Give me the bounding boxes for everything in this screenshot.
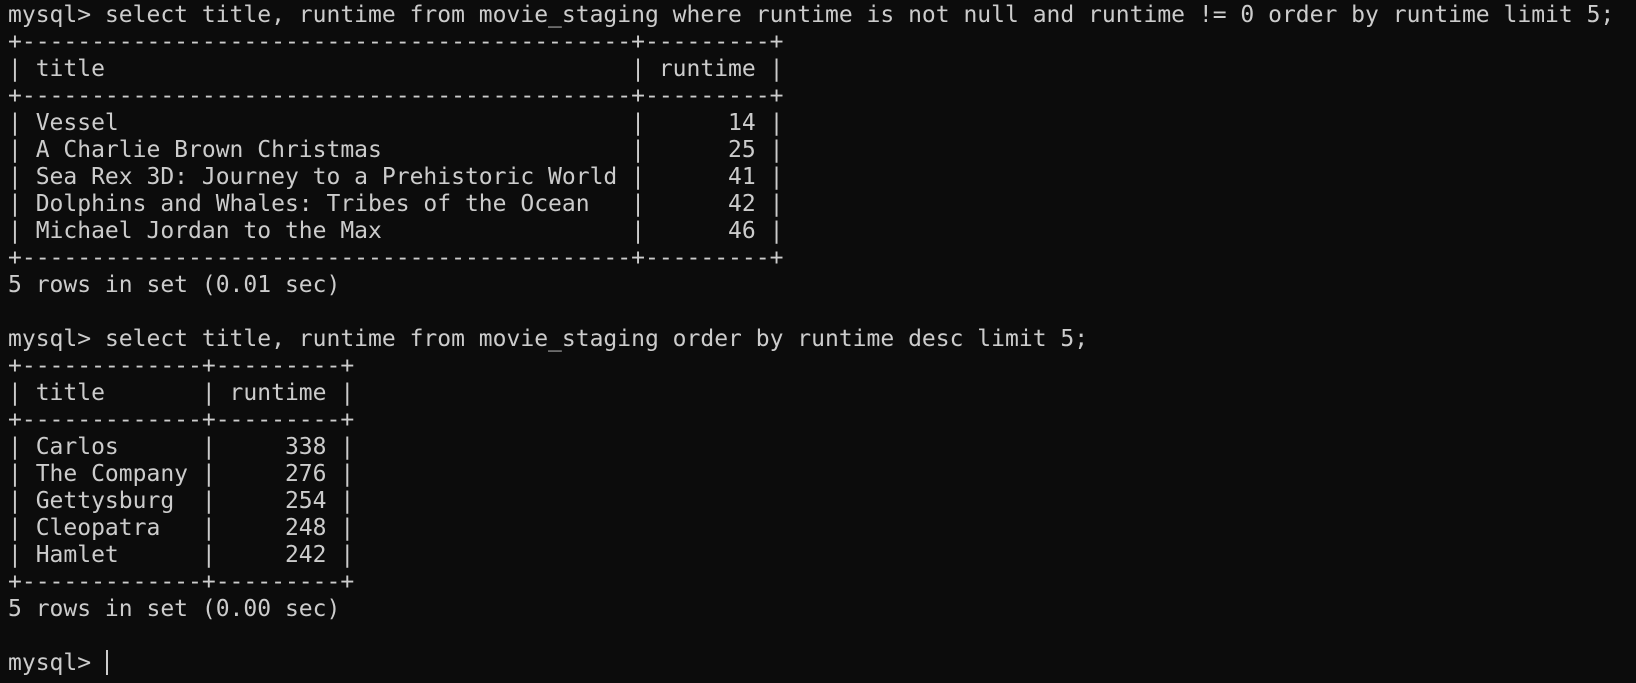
table-row: | A Charlie Brown Christmas | 25 | <box>8 137 784 163</box>
command-line: mysql> select title, runtime from movie_… <box>8 2 1636 29</box>
table-row: | Sea Rex 3D: Journey to a Prehistoric W… <box>8 164 784 190</box>
table-row: | The Company | 276 | <box>8 461 355 487</box>
command-text: select title, runtime from movie_staging… <box>104 2 1615 28</box>
prompt-label: mysql> <box>8 2 105 28</box>
text-cursor <box>105 650 108 675</box>
table-row: | Hamlet | 242 | <box>8 542 355 568</box>
table-border: +-------------+---------+ <box>8 569 355 595</box>
table-border: +-------------+---------+ <box>8 407 355 433</box>
command-text: select title, runtime from movie_staging… <box>104 326 1089 352</box>
prompt-label: mysql> <box>8 650 105 676</box>
table-border: +---------------------------------------… <box>8 245 784 271</box>
result-status: 5 rows in set (0.00 sec) <box>8 596 341 622</box>
table-row: | Vessel | 14 | <box>8 110 784 136</box>
prompt-label: mysql> <box>8 326 105 352</box>
command-line: mysql> select title, runtime from movie_… <box>8 326 1636 353</box>
table-border: +---------------------------------------… <box>8 29 784 55</box>
table-row: | Gettysburg | 254 | <box>8 488 355 514</box>
table-border: +---------------------------------------… <box>8 83 784 109</box>
table-row: | Michael Jordan to the Max | 46 | <box>8 218 784 244</box>
table-header-row: | title | runtime | <box>8 56 784 82</box>
table-header-row: | title | runtime | <box>8 380 355 406</box>
table-border: +-------------+---------+ <box>8 353 355 379</box>
input-line: mysql> <box>8 650 1636 677</box>
result-status: 5 rows in set (0.01 sec) <box>8 272 341 298</box>
terminal-window[interactable]: mysql> select title, runtime from movie_… <box>0 0 1636 683</box>
table-row: | Cleopatra | 248 | <box>8 515 355 541</box>
table-row: | Carlos | 338 | <box>8 434 355 460</box>
table-row: | Dolphins and Whales: Tribes of the Oce… <box>8 191 784 217</box>
